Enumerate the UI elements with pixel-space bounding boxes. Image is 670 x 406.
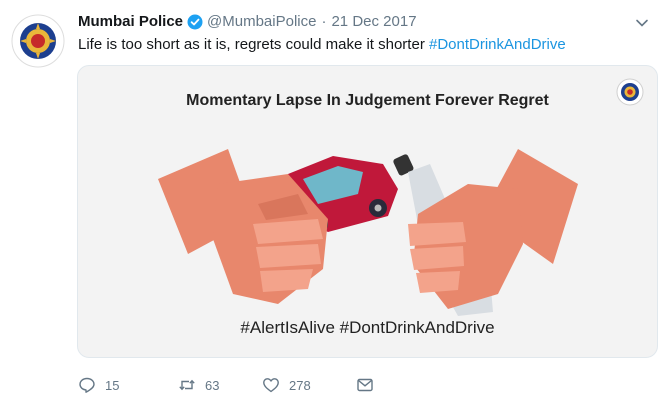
like-button[interactable]: 278 xyxy=(262,376,356,394)
reply-button[interactable]: 15 xyxy=(78,376,178,394)
avatar[interactable] xyxy=(11,14,65,68)
hashtag-link[interactable]: #DontDrinkAndDrive xyxy=(429,36,566,53)
retweet-button[interactable]: 63 xyxy=(178,376,262,394)
reply-icon xyxy=(79,377,95,393)
verified-badge-icon xyxy=(187,14,203,29)
separator: · xyxy=(321,13,327,30)
reply-count: 15 xyxy=(105,377,120,393)
tweet-text: Life is too short as it is, regrets coul… xyxy=(78,36,566,53)
retweet-icon xyxy=(179,379,195,391)
police-logo-icon xyxy=(616,78,644,106)
hands-illustration xyxy=(158,149,578,316)
message-button[interactable] xyxy=(356,376,374,394)
like-icon xyxy=(263,378,279,393)
tweet-body: Life is too short as it is, regrets coul… xyxy=(78,36,429,53)
tweet-media[interactable]: Momentary Lapse In Judgement Forever Reg… xyxy=(77,65,658,358)
message-icon xyxy=(357,378,373,392)
chevron-down-icon[interactable] xyxy=(634,15,650,31)
like-count: 278 xyxy=(289,377,311,393)
tweet-date[interactable]: 21 Dec 2017 xyxy=(331,13,416,30)
retweet-count: 63 xyxy=(205,377,220,393)
tweet-actions: 15 63 278 xyxy=(78,376,374,394)
media-title: Momentary Lapse In Judgement Forever Reg… xyxy=(186,92,549,109)
media-hashtags: #AlertIsAlive #DontDrinkAndDrive xyxy=(240,318,495,337)
tweet-header: Mumbai Police @MumbaiPolice · 21 Dec 201… xyxy=(78,13,417,30)
police-emblem-icon xyxy=(11,14,65,68)
author-handle[interactable]: @MumbaiPolice xyxy=(207,13,316,30)
author-name[interactable]: Mumbai Police xyxy=(78,13,183,30)
